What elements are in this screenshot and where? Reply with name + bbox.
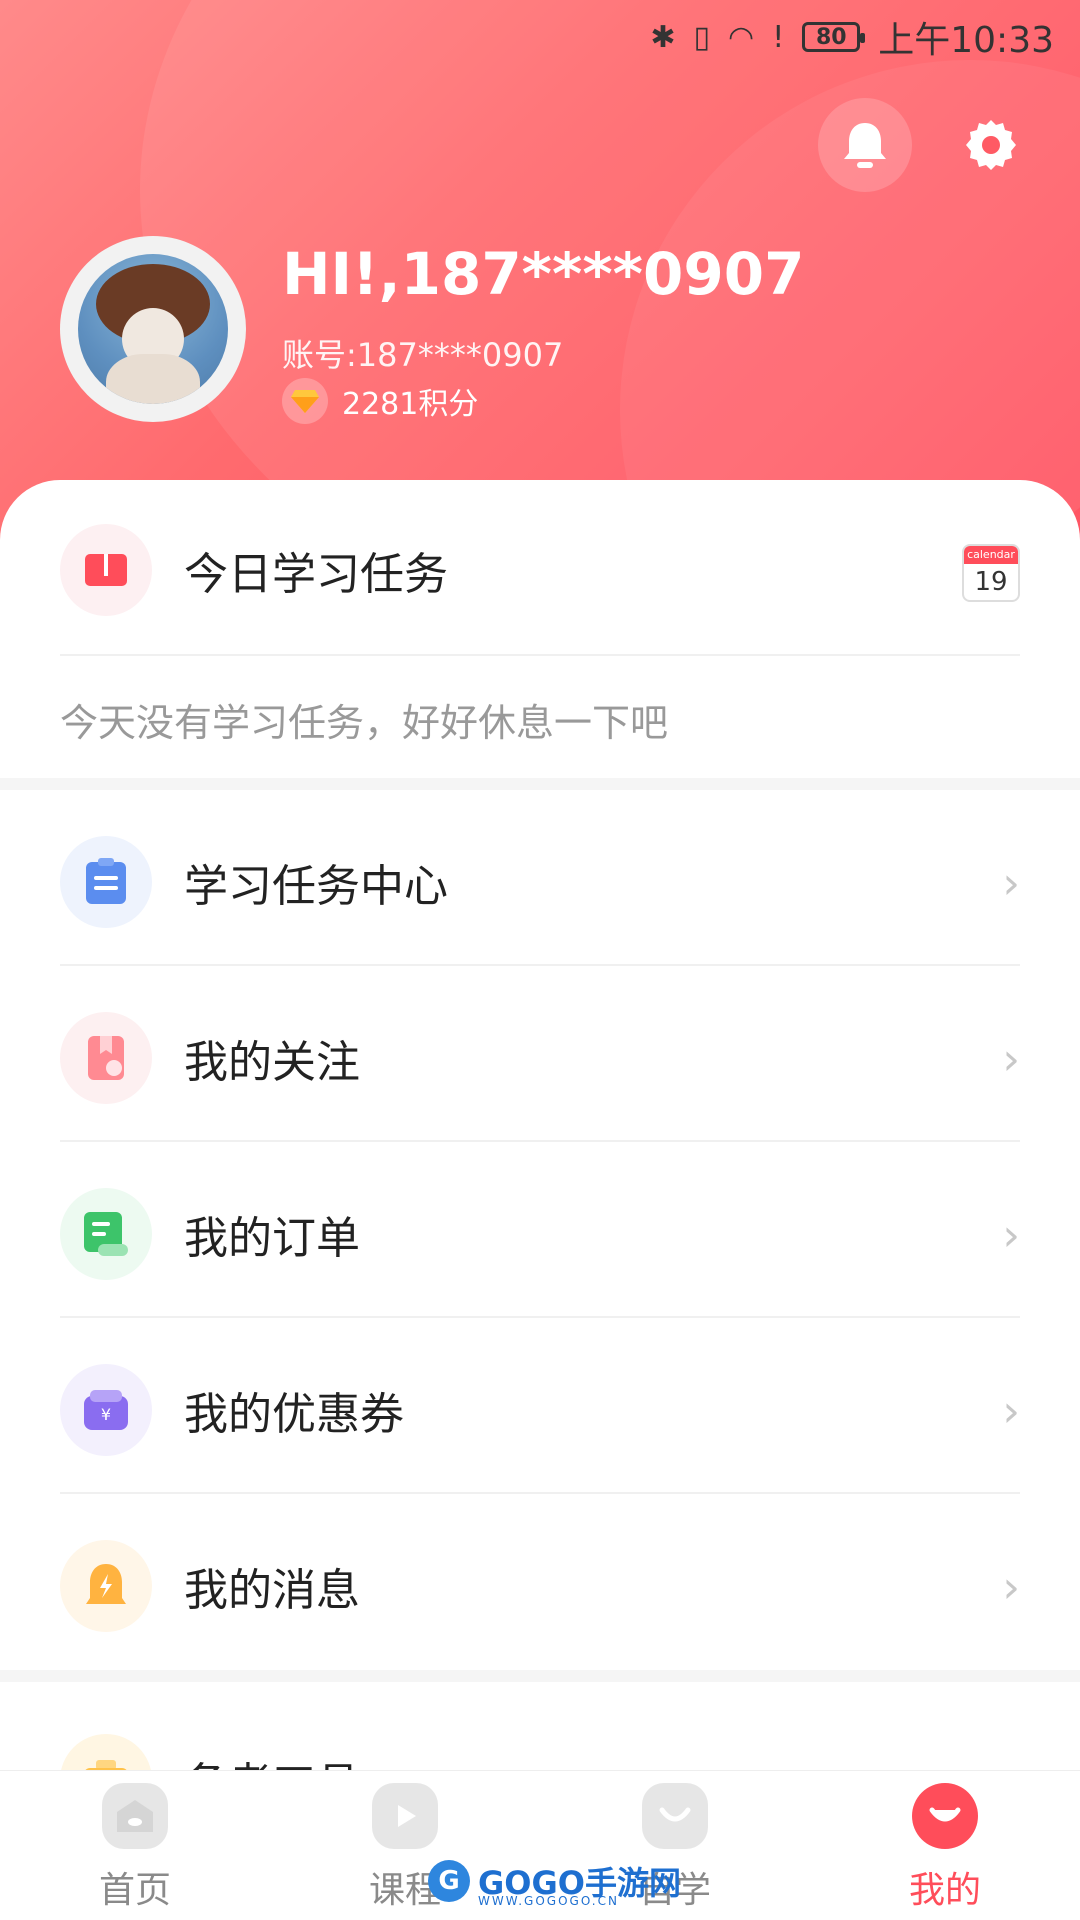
vibrate-icon: ▯ [693,19,711,55]
notification-button[interactable] [818,98,912,192]
clock: 上午10:33 [878,20,1054,61]
tab-home[interactable]: 首页 [0,1771,270,1920]
menu-item-messages[interactable]: 我的消息 › [60,1498,1020,1674]
divider [60,654,1020,656]
diamond-icon [282,378,328,424]
menu-item-orders[interactable]: 我的订单 › [60,1146,1020,1322]
menu-item-following[interactable]: 我的关注 › [60,970,1020,1146]
chevron-right-icon: › [1002,1210,1020,1261]
home-icon [102,1783,168,1849]
play-icon [372,1783,438,1849]
daily-task-header[interactable]: 今日学习任务 calendar 19 [60,524,1020,616]
bookmark-icon [60,1012,152,1104]
empty-task-message: 今天没有学习任务，好好休息一下吧 [60,701,669,745]
status-bar: ✱ ▯ ◠ ! 80 上午10:33 [0,0,1080,74]
avatar[interactable] [60,236,246,422]
chevron-right-icon: › [1002,1386,1020,1437]
wifi-icon: ◠ [728,19,755,55]
avatar-image [78,254,228,404]
bell-icon [844,123,886,168]
divider [60,964,1020,966]
gear-icon [966,120,1016,170]
menu-item-coupons[interactable]: ¥ 我的优惠券 › [60,1322,1020,1498]
greeting-title: HI!,187****0907 [282,240,805,308]
watermark-subtext: WWW.GOGOGO.CN [478,1894,619,1908]
order-icon [60,1188,152,1280]
tab-label: 首页 [98,1870,171,1911]
daily-task-title: 今日学习任务 [184,549,448,600]
alert-icon: ! [772,19,785,55]
watermark: G GOGO手游网 WWW.GOGOGO.CN [428,1858,681,1908]
divider [60,1140,1020,1142]
calendar-icon[interactable]: calendar 19 [962,544,1020,602]
book-icon [60,524,152,616]
watermark-logo-icon: G [428,1860,470,1902]
section-separator [0,778,1080,790]
section-separator [0,1670,1080,1682]
svg-text:¥: ¥ [101,1405,111,1424]
message-bell-icon [60,1540,152,1632]
chevron-right-icon: › [1002,858,1020,909]
tab-label: 我的 [908,1870,981,1911]
menu-item-label: 我的优惠券 [184,1389,404,1440]
battery-icon: 80 [802,22,866,52]
menu-item-label: 我的消息 [184,1565,360,1616]
chevron-right-icon: › [1002,1562,1020,1613]
study-icon [642,1783,708,1849]
clipboard-icon [60,836,152,928]
divider [60,1492,1020,1494]
menu-item-label: 学习任务中心 [184,861,448,912]
coupon-icon: ¥ [60,1364,152,1456]
content-card: 今日学习任务 calendar 19 今天没有学习任务，好好休息一下吧 学习任务… [0,480,1080,1826]
menu-item-label: 我的关注 [184,1037,360,1088]
points-value: 2281积分 [342,387,479,422]
divider [60,1316,1020,1318]
account-number: 账号:187****0907 [282,336,564,374]
profile-header: ✱ ▯ ◠ ! 80 上午10:33 HI!,187****0907 账号:18… [0,0,1080,560]
chevron-right-icon: › [1002,1034,1020,1085]
tab-mine[interactable]: 我的 [810,1771,1080,1920]
menu-item-label: 我的订单 [184,1213,360,1264]
settings-button[interactable] [944,98,1038,192]
menu-item-study-center[interactable]: 学习任务中心 › [60,794,1020,970]
points-display[interactable]: 2281积分 [282,378,478,424]
profile-icon [912,1783,978,1849]
bluetooth-icon: ✱ [650,19,676,55]
